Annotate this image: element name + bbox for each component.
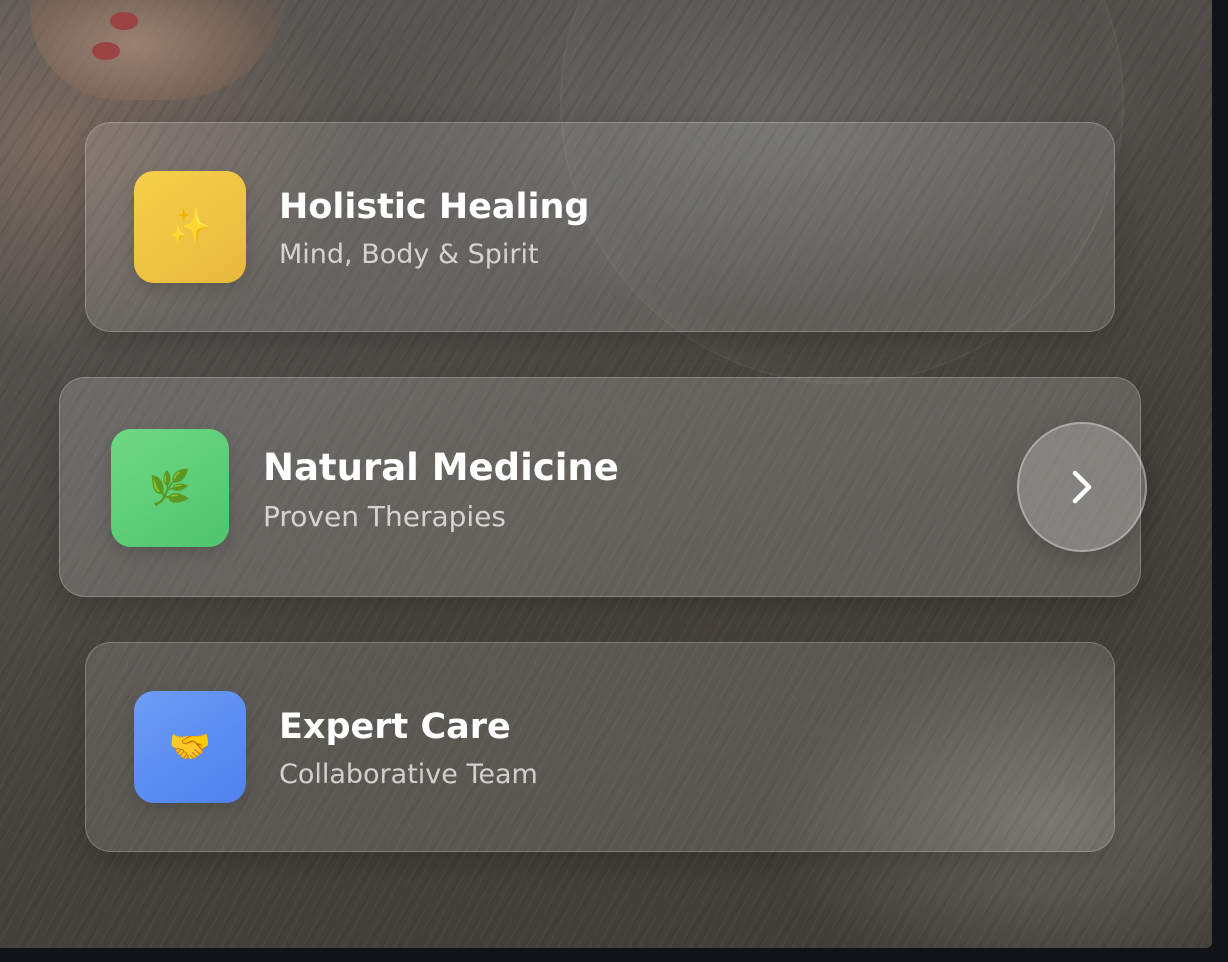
sparkles-glyph: ✨: [168, 207, 212, 247]
fingernail: [92, 42, 120, 60]
feature-card-natural-medicine[interactable]: 🌿 Natural Medicine Proven Therapies: [59, 377, 1141, 597]
feature-subtitle: Collaborative Team: [279, 759, 538, 790]
feature-card-expert-care[interactable]: 🤝 Expert Care Collaborative Team: [85, 642, 1115, 852]
feature-title: Expert Care: [279, 707, 511, 747]
fingernail: [110, 12, 138, 30]
handshake-icon: 🤝: [134, 691, 246, 803]
feature-card-holistic-healing[interactable]: ✨ Holistic Healing Mind, Body & Spirit: [85, 122, 1115, 332]
herb-glyph: 🌿: [148, 468, 192, 508]
hero-background: ✨ Holistic Healing Mind, Body & Spirit 🌿…: [0, 0, 1212, 948]
feature-subtitle: Proven Therapies: [263, 500, 506, 533]
next-button[interactable]: [1017, 422, 1147, 552]
feature-title: Natural Medicine: [263, 446, 619, 489]
handshake-glyph: 🤝: [168, 727, 212, 767]
chevron-right-icon: [1072, 470, 1092, 504]
feature-title: Holistic Healing: [279, 187, 590, 227]
sparkles-icon: ✨: [134, 171, 246, 283]
feature-subtitle: Mind, Body & Spirit: [279, 239, 539, 270]
herb-icon: 🌿: [111, 429, 229, 547]
